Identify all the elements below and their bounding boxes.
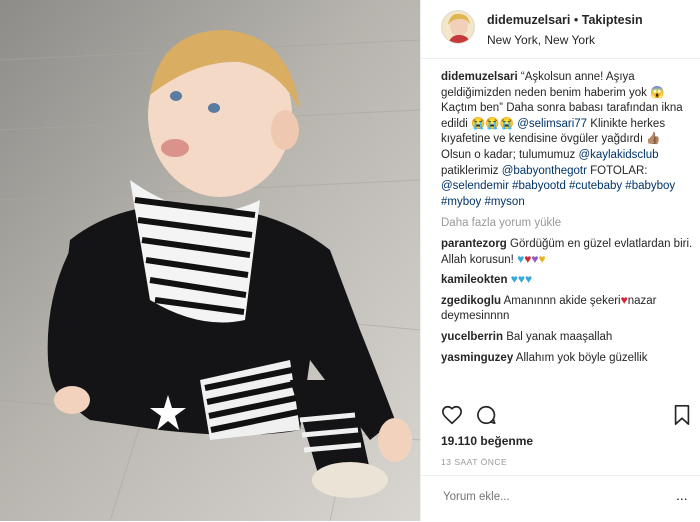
more-options-button[interactable]: ... <box>676 488 688 502</box>
caption-mention-selendemir[interactable]: @selendemir <box>441 180 509 192</box>
blue-heart-icon: ♥ <box>517 251 525 266</box>
likes-count[interactable]: 19.110 beğenme <box>441 434 533 448</box>
caption-text-6: FOTOLAR: <box>590 164 648 177</box>
header-username[interactable]: didemuzelsari <box>487 13 570 27</box>
yellow-heart-icon: ♥ <box>538 251 546 266</box>
avatar-image <box>442 11 474 43</box>
red-heart-icon: ♥ <box>620 292 628 307</box>
caption-text-5: patiklerimiz <box>441 164 499 177</box>
blue-heart-icon: ♥♥♥ <box>510 272 533 287</box>
location-link[interactable]: New York, New York <box>487 33 595 47</box>
caption-username[interactable]: didemuzelsari <box>441 71 518 83</box>
comment-username[interactable]: kamileokten <box>441 274 507 286</box>
comment-item: yasminguzey Allahım yok böyle güzellik <box>441 351 693 367</box>
post-timestamp: 13 SAAT ÖNCE <box>441 457 508 467</box>
red-heart-icon: ♥ <box>524 251 532 266</box>
caption-mention-kaylakidsclub[interactable]: @kaylakidsclub <box>578 149 658 161</box>
post-photo[interactable] <box>0 0 420 521</box>
bookmark-icon[interactable] <box>671 404 693 426</box>
add-comment-input[interactable] <box>441 490 665 504</box>
avatar[interactable] <box>441 10 475 44</box>
caption-text-4: Olsun o kadar; tulumumuz <box>441 148 576 161</box>
scream-emoji-icon: 😱 <box>650 86 665 99</box>
header-username-line: didemuzelsari • Takiptesin <box>487 13 643 27</box>
follow-status[interactable]: Takiptesin <box>582 13 643 27</box>
caption-mention-babyonthegotr[interactable]: @babyonthegotr <box>502 165 587 177</box>
comments-list: didemuzelsari “Aşkolsun anne! Aşıya geld… <box>441 70 693 366</box>
post-header: didemuzelsari • Takiptesin New York, New… <box>421 0 700 59</box>
purple-heart-icon: ♥ <box>531 251 539 266</box>
comment-username[interactable]: parantezorg <box>441 238 507 250</box>
thumbs-up-emoji-icon: 👍🏽 <box>646 133 661 146</box>
comment-item: yucelberrin Bal yanak maaşallah <box>441 330 693 346</box>
comment-item: zgedikoglu Amanınnn akide şekeri♥nazar d… <box>441 294 693 325</box>
caption: didemuzelsari “Aşkolsun anne! Aşıya geld… <box>441 70 693 210</box>
comment-item: parantezorg Gördüğüm en güzel evlatlarda… <box>441 237 693 268</box>
comment-username[interactable]: zgedikoglu <box>441 295 501 307</box>
comment-item: kamileokten ♥♥♥ <box>441 273 693 289</box>
load-more-comments-link[interactable]: Daha fazla yorum yükle <box>441 216 693 232</box>
comment-username[interactable]: yasminguzey <box>441 352 513 364</box>
comment-username[interactable]: yucelberrin <box>441 331 503 343</box>
baby-photo-image <box>0 0 420 521</box>
add-comment-bar: ... <box>421 475 700 522</box>
action-bar <box>441 404 691 428</box>
caption-mention-selimsari77[interactable]: @selimsari77 <box>517 118 587 130</box>
crying-emoji-icon: 😭😭😭 <box>471 117 515 130</box>
comment-icon[interactable] <box>475 404 497 426</box>
post-side-panel: didemuzelsari • Takiptesin New York, New… <box>420 0 700 521</box>
header-separator: • <box>573 13 579 27</box>
heart-icon[interactable] <box>441 404 463 426</box>
comment-text: Bal yanak maaşallah <box>506 330 613 343</box>
comment-text: Amanınnn akide şekeri <box>503 294 621 307</box>
comment-text: Allahım yok böyle güzellik <box>515 351 648 364</box>
